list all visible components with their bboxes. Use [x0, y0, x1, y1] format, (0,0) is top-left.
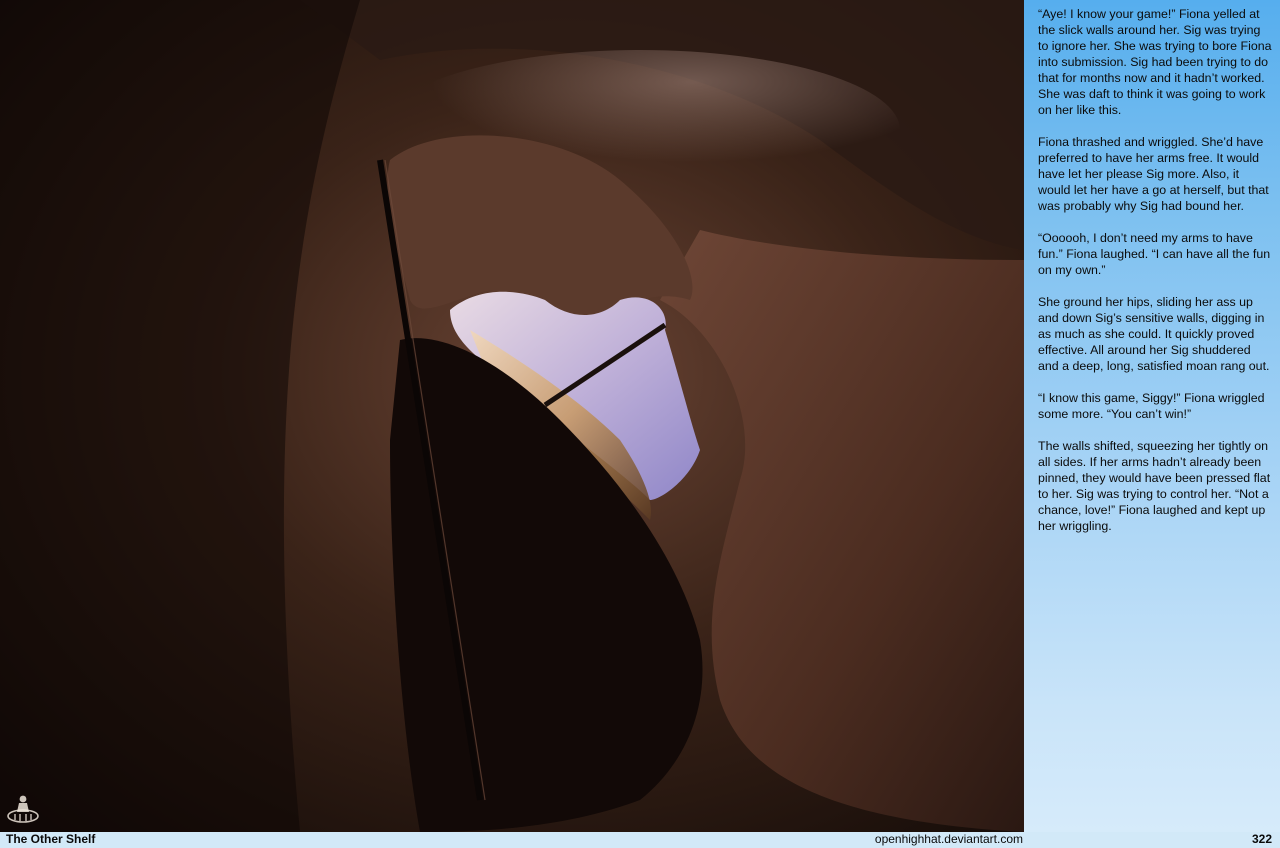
story-paragraph: The walls shifted, squeezing her tightly… [1038, 439, 1271, 533]
story-paragraph: “Oooooh, I don’t need my arms to have fu… [1038, 231, 1271, 277]
story-sidebar: “Aye! I know your game!” Fiona yelled at… [1024, 0, 1280, 832]
website-link[interactable]: openhighhat.deviantart.com [875, 832, 1023, 846]
story-paragraph: She ground her hips, sliding her ass up … [1038, 295, 1270, 373]
story-paragraph: “Aye! I know your game!” Fiona yelled at… [1038, 7, 1272, 117]
creator-logo-icon [7, 795, 39, 823]
story-paragraph: “I know this game, Siggy!” Fiona wriggle… [1038, 391, 1265, 421]
book-title: The Other Shelf [6, 832, 96, 846]
story-text: “Aye! I know your game!” Fiona yelled at… [1038, 6, 1272, 550]
illustration-panel [0, 0, 1024, 832]
page-number: 322 [1251, 832, 1272, 846]
page-footer: The Other Shelf openhighhat.deviantart.c… [0, 832, 1280, 848]
comic-page: “Aye! I know your game!” Fiona yelled at… [0, 0, 1280, 848]
illustration [0, 0, 1024, 832]
story-paragraph: Fiona thrashed and wriggled. She’d have … [1038, 135, 1269, 213]
